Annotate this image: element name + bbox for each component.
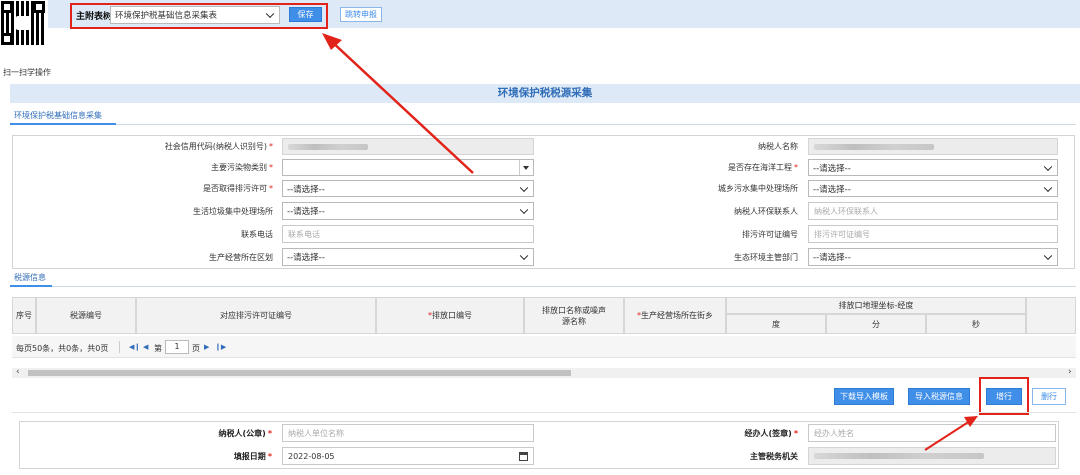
annotation-arrows [322,33,978,451]
annotation-arrow-down [924,416,978,451]
annotation-arrow-up [322,33,474,174]
